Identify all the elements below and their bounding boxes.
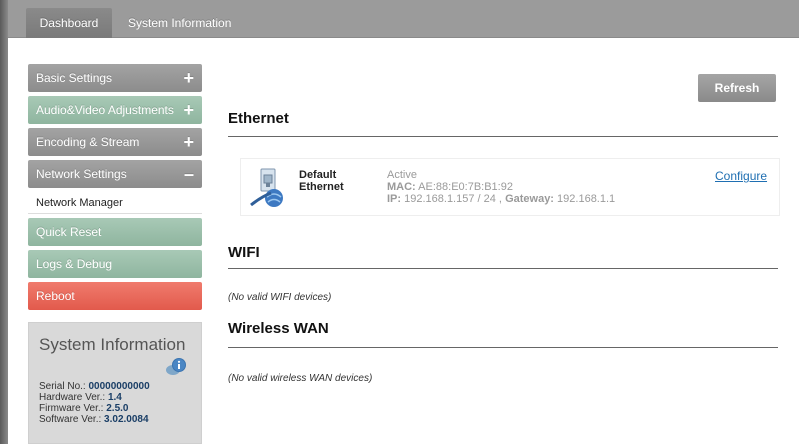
ethernet-name: Default Ethernet [299,169,344,193]
software-line: Software Ver.: 3.02.0084 [39,414,150,425]
sidebar-item-label: Encoding & Stream [36,135,140,149]
wifi-title: WIFI [228,244,260,261]
expand-icon: + [183,68,194,88]
divider [228,136,778,137]
expand-icon: + [183,100,194,120]
software-label: Software Ver.: [39,414,102,425]
ethernet-status: Active MAC: AE:88:E0:7B:B1:92 IP: 192.16… [387,169,615,205]
ethernet-name-line2: Ethernet [299,181,344,193]
sidebar-subitem-network-manager[interactable]: Network Manager [28,192,202,214]
wireless-wan-empty-note: (No valid wireless WAN devices) [228,373,373,384]
sidebar-item-label: Audio&Video Adjustments [36,103,174,117]
firmware-line: Firmware Ver.: 2.5.0 [39,403,150,414]
window-edge [0,0,8,444]
status-text: Active [387,169,417,181]
ethernet-title: Ethernet [228,110,289,127]
configure-link[interactable]: Configure [715,169,767,183]
firmware-label: Firmware Ver.: [39,403,104,414]
hardware-value: 1.4 [107,392,122,403]
ip-line: IP: 192.168.1.157 / 24 , Gateway: 192.16… [387,193,615,205]
collapse-icon: – [183,164,194,184]
sidebar-item-network-settings[interactable]: Network Settings – [28,160,202,188]
hardware-line: Hardware Ver.: 1.4 [39,392,150,403]
gateway-value: 192.168.1.1 [557,193,616,205]
sidebar-item-logs-debug[interactable]: Logs & Debug [28,250,202,278]
gateway-label: Gateway: [505,193,554,205]
ip-label: IP: [387,193,402,205]
system-info-panel: System Information Serial No.: 000000000… [28,322,202,444]
sidebar-item-label: Basic Settings [36,71,113,85]
mac-value: AE:88:E0:7B:B1:92 [418,181,513,193]
serial-label: Serial No.: [39,381,86,392]
sidebar-item-basic-settings[interactable]: Basic Settings + [28,64,202,92]
wireless-wan-title: Wireless WAN [228,320,329,337]
sidebar-item-encoding-stream[interactable]: Encoding & Stream + [28,128,202,156]
system-info-title: System Information [39,335,186,354]
serial-value: 00000000000 [88,381,150,392]
top-nav: Dashboard System Information [8,0,799,38]
mac-line: MAC: AE:88:E0:7B:B1:92 [387,181,615,193]
tab-system-information[interactable]: System Information [116,8,243,38]
firmware-value: 2.5.0 [106,403,129,414]
sidebar-item-label: Network Settings [36,167,127,181]
software-value: 3.02.0084 [104,414,149,425]
divider [228,347,778,348]
info-bubble-icon [166,358,186,375]
sidebar-item-quick-reset[interactable]: Quick Reset [28,218,202,246]
ip-value: 192.168.1.157 / 24 , [404,193,502,205]
system-info-lines: Serial No.: 00000000000 Hardware Ver.: 1… [39,381,150,425]
refresh-button[interactable]: Refresh [698,74,776,102]
expand-icon: + [183,132,194,152]
divider [228,268,778,269]
tab-dashboard[interactable]: Dashboard [26,8,112,38]
mac-label: MAC: [387,181,416,193]
sidebar-item-audio-video[interactable]: Audio&Video Adjustments + [28,96,202,124]
ethernet-name-line1: Default [299,169,337,181]
sidebar-item-reboot[interactable]: Reboot [28,282,202,310]
sidebar: Basic Settings + Audio&Video Adjustments… [28,64,202,314]
hardware-label: Hardware Ver.: [39,392,106,403]
serial-line: Serial No.: 00000000000 [39,381,150,392]
wifi-empty-note: (No valid WIFI devices) [228,292,332,303]
ethernet-device-row: Default Ethernet Active MAC: AE:88:E0:7B… [240,158,780,216]
network-adapter-icon [250,168,283,207]
